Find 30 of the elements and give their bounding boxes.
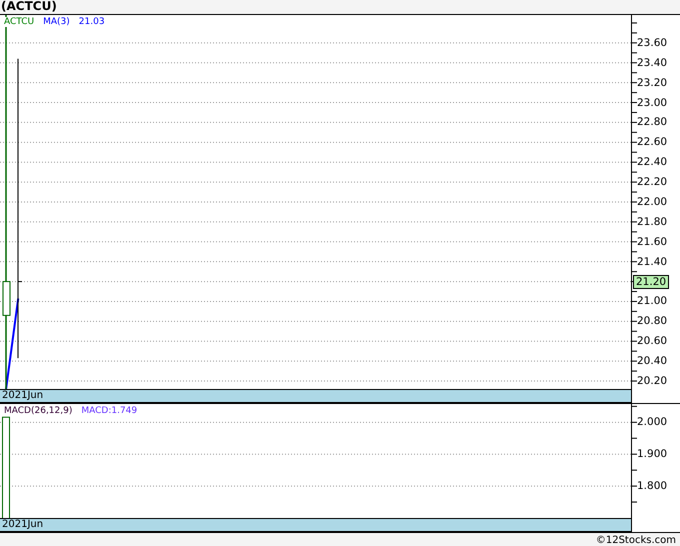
tick-label: 23.40	[637, 56, 668, 69]
legend-label: MACD(26,12,9)	[4, 406, 72, 416]
tick-label: 21.60	[637, 236, 668, 248]
tick-label: 23.20	[637, 76, 668, 89]
legend-label: MA(3)	[43, 17, 70, 27]
tick-label: 21.80	[637, 216, 668, 228]
tick-label: 22.20	[637, 176, 668, 188]
tick-label: 23.60	[637, 36, 668, 49]
tick-label: 23.00	[637, 96, 668, 109]
tick-label: 20.40	[637, 355, 668, 368]
tick-label: 21.00	[637, 295, 668, 308]
tick-label: 20.80	[637, 315, 668, 328]
legend-label: ACTCU	[4, 17, 34, 27]
legend-label: MACD:1.749	[81, 406, 138, 416]
tick-label: 21.40	[637, 256, 668, 268]
credit-text: ©12Stocks.com	[596, 534, 676, 546]
tick-label: 22.60	[637, 136, 668, 148]
tick-label: 1.900	[637, 448, 668, 460]
date-label: 2021Jun	[1, 519, 44, 530]
tick-label: 22.40	[637, 156, 668, 168]
tick-label: 22.00	[637, 196, 668, 208]
tick-label: 1.800	[637, 480, 668, 492]
tick-label: 22.80	[637, 116, 668, 128]
tick-label: 20.20	[637, 375, 668, 388]
price-tag: 21.20	[633, 274, 670, 289]
tick-label: 2.000	[637, 416, 668, 428]
tick-label: 20.60	[637, 335, 668, 348]
chart-title: (ACTCU)	[0, 0, 57, 14]
date-label: 2021Jun	[1, 390, 44, 401]
legend-value: 21.03	[78, 17, 105, 27]
